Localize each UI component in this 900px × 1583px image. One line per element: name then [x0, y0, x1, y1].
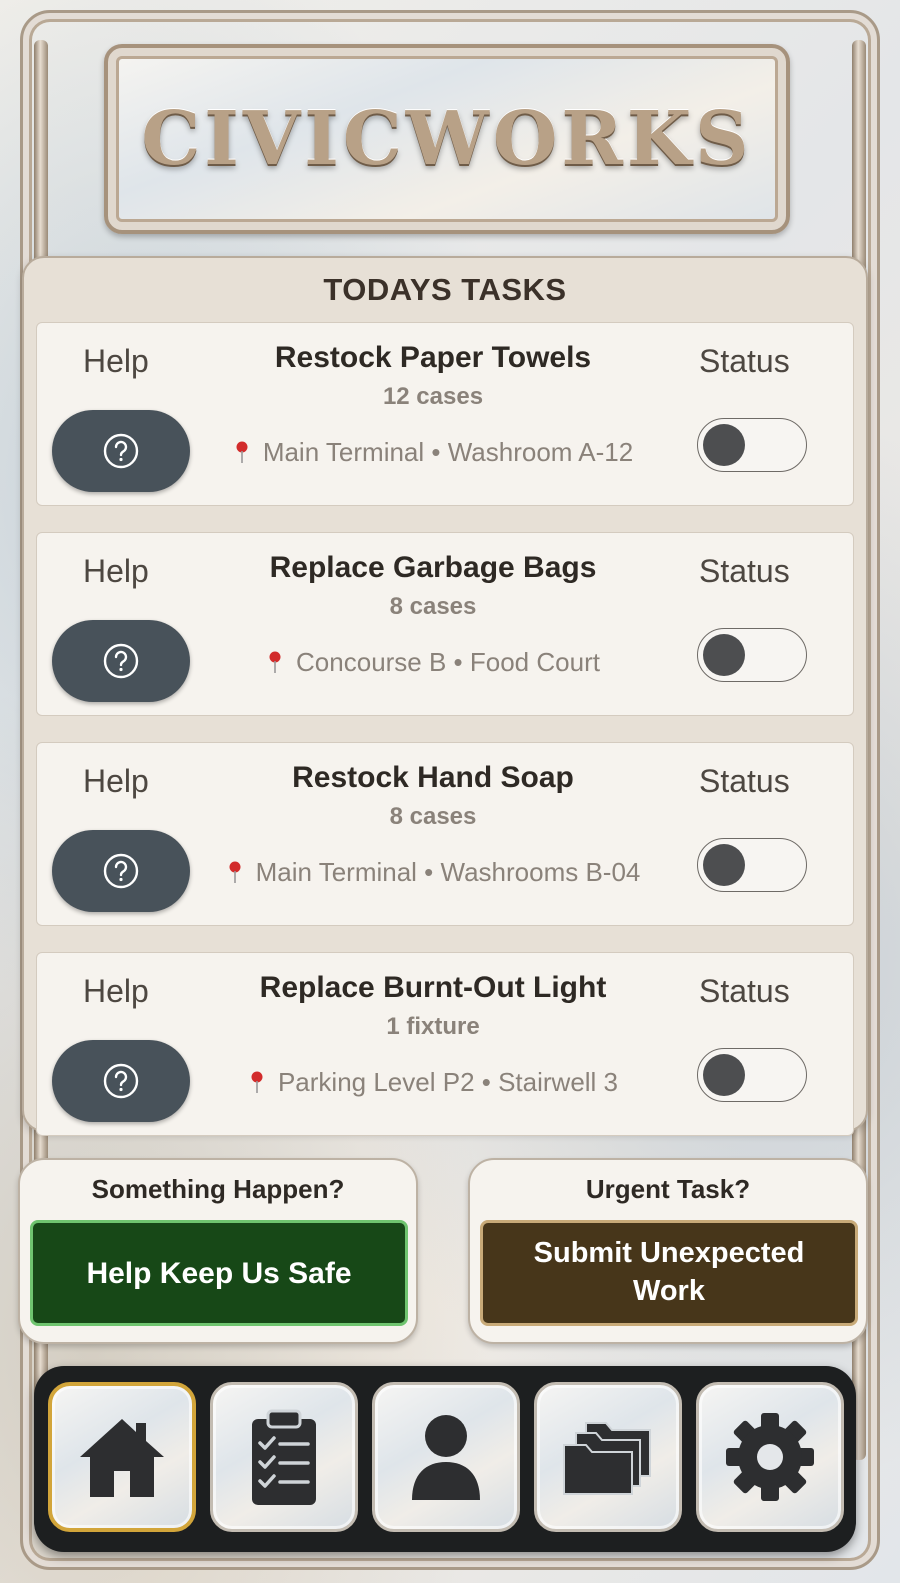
status-toggle[interactable]	[697, 1048, 807, 1102]
nav-tasks-button[interactable]	[210, 1382, 358, 1532]
task-location: Main Terminal • Washrooms B-04	[187, 857, 681, 888]
help-label: Help	[83, 343, 149, 379]
gear-icon	[726, 1413, 814, 1501]
map-pin-icon	[251, 1071, 263, 1093]
question-circle-icon	[103, 1063, 139, 1099]
task-quantity: 12 cases	[382, 383, 484, 410]
nav-home-button[interactable]	[48, 1382, 196, 1532]
help-label: Help	[83, 973, 149, 1009]
folders-icon	[563, 1422, 651, 1495]
status-label: Status	[699, 343, 790, 379]
clipboard-checklist-icon	[252, 1409, 316, 1505]
task-title: Replace Garbage Bags	[269, 551, 597, 584]
task-location: Main Terminal • Washroom A-12	[187, 437, 681, 468]
toggle-knob	[703, 424, 745, 466]
toggle-knob	[703, 634, 745, 676]
status-label: Status	[699, 973, 790, 1009]
status-toggle[interactable]	[697, 418, 807, 472]
help-button[interactable]	[52, 830, 190, 912]
safety-card-title: Something Happen?	[91, 1174, 345, 1204]
task-card: Help Replace Garbage Bags 8 cases Concou…	[36, 532, 854, 716]
submit-unexpected-work-button[interactable]: Submit Unexpected Work	[480, 1220, 858, 1326]
nav-profile-button[interactable]	[372, 1382, 520, 1532]
help-label: Help	[83, 763, 149, 799]
tasks-heading: TODAYS TASKS	[323, 272, 567, 307]
help-button[interactable]	[52, 620, 190, 702]
task-location-text: Parking Level P2 • Stairwell 3	[277, 1067, 619, 1097]
toggle-knob	[703, 1054, 745, 1096]
nav-settings-button[interactable]	[696, 1382, 844, 1532]
task-location-text: Concourse B • Food Court	[296, 647, 600, 677]
bottom-nav	[34, 1366, 856, 1552]
nav-files-button[interactable]	[534, 1382, 682, 1532]
task-quantity: 1 fixture	[386, 1013, 480, 1040]
task-card: Help Restock Hand Soap 8 cases Main Term…	[36, 742, 854, 926]
question-circle-icon	[103, 643, 139, 679]
help-button[interactable]	[52, 1040, 190, 1122]
status-toggle[interactable]	[697, 628, 807, 682]
title-plaque: CIVICWORKS	[104, 44, 790, 234]
toggle-knob	[703, 844, 745, 886]
status-toggle[interactable]	[697, 838, 807, 892]
home-icon	[80, 1419, 164, 1497]
urgent-task-card: Urgent Task? Submit Unexpected Work	[468, 1158, 868, 1344]
urgent-card-title: Urgent Task?	[585, 1174, 751, 1204]
tasks-panel: TODAYS TASKS Help Restock Paper Towels 1…	[22, 256, 868, 1136]
task-title: Restock Paper Towels	[274, 341, 592, 374]
map-pin-icon	[236, 441, 248, 463]
help-keep-us-safe-button[interactable]: Help Keep Us Safe	[30, 1220, 408, 1326]
task-location: Parking Level P2 • Stairwell 3	[187, 1067, 681, 1098]
task-card: Help Replace Burnt-Out Light 1 fixture P…	[36, 952, 854, 1136]
task-quantity: 8 cases	[389, 593, 477, 620]
safety-report-card: Something Happen? Help Keep Us Safe	[18, 1158, 418, 1344]
help-button[interactable]	[52, 410, 190, 492]
task-location-text: Main Terminal • Washroom A-12	[262, 437, 634, 467]
status-label: Status	[699, 763, 790, 799]
status-label: Status	[699, 553, 790, 589]
app-title: CIVICWORKS	[141, 96, 753, 182]
task-title: Restock Hand Soap	[292, 761, 574, 794]
map-pin-icon	[229, 861, 241, 883]
person-icon	[412, 1415, 480, 1500]
task-card: Help Restock Paper Towels 12 cases Main …	[36, 322, 854, 506]
question-circle-icon	[103, 853, 139, 889]
help-label: Help	[83, 553, 149, 589]
task-title: Replace Burnt-Out Light	[259, 971, 607, 1004]
task-quantity: 8 cases	[389, 803, 477, 830]
question-circle-icon	[103, 433, 139, 469]
map-pin-icon	[269, 651, 281, 673]
task-location: Concourse B • Food Court	[187, 647, 681, 678]
task-location-text: Main Terminal • Washrooms B-04	[255, 857, 641, 887]
